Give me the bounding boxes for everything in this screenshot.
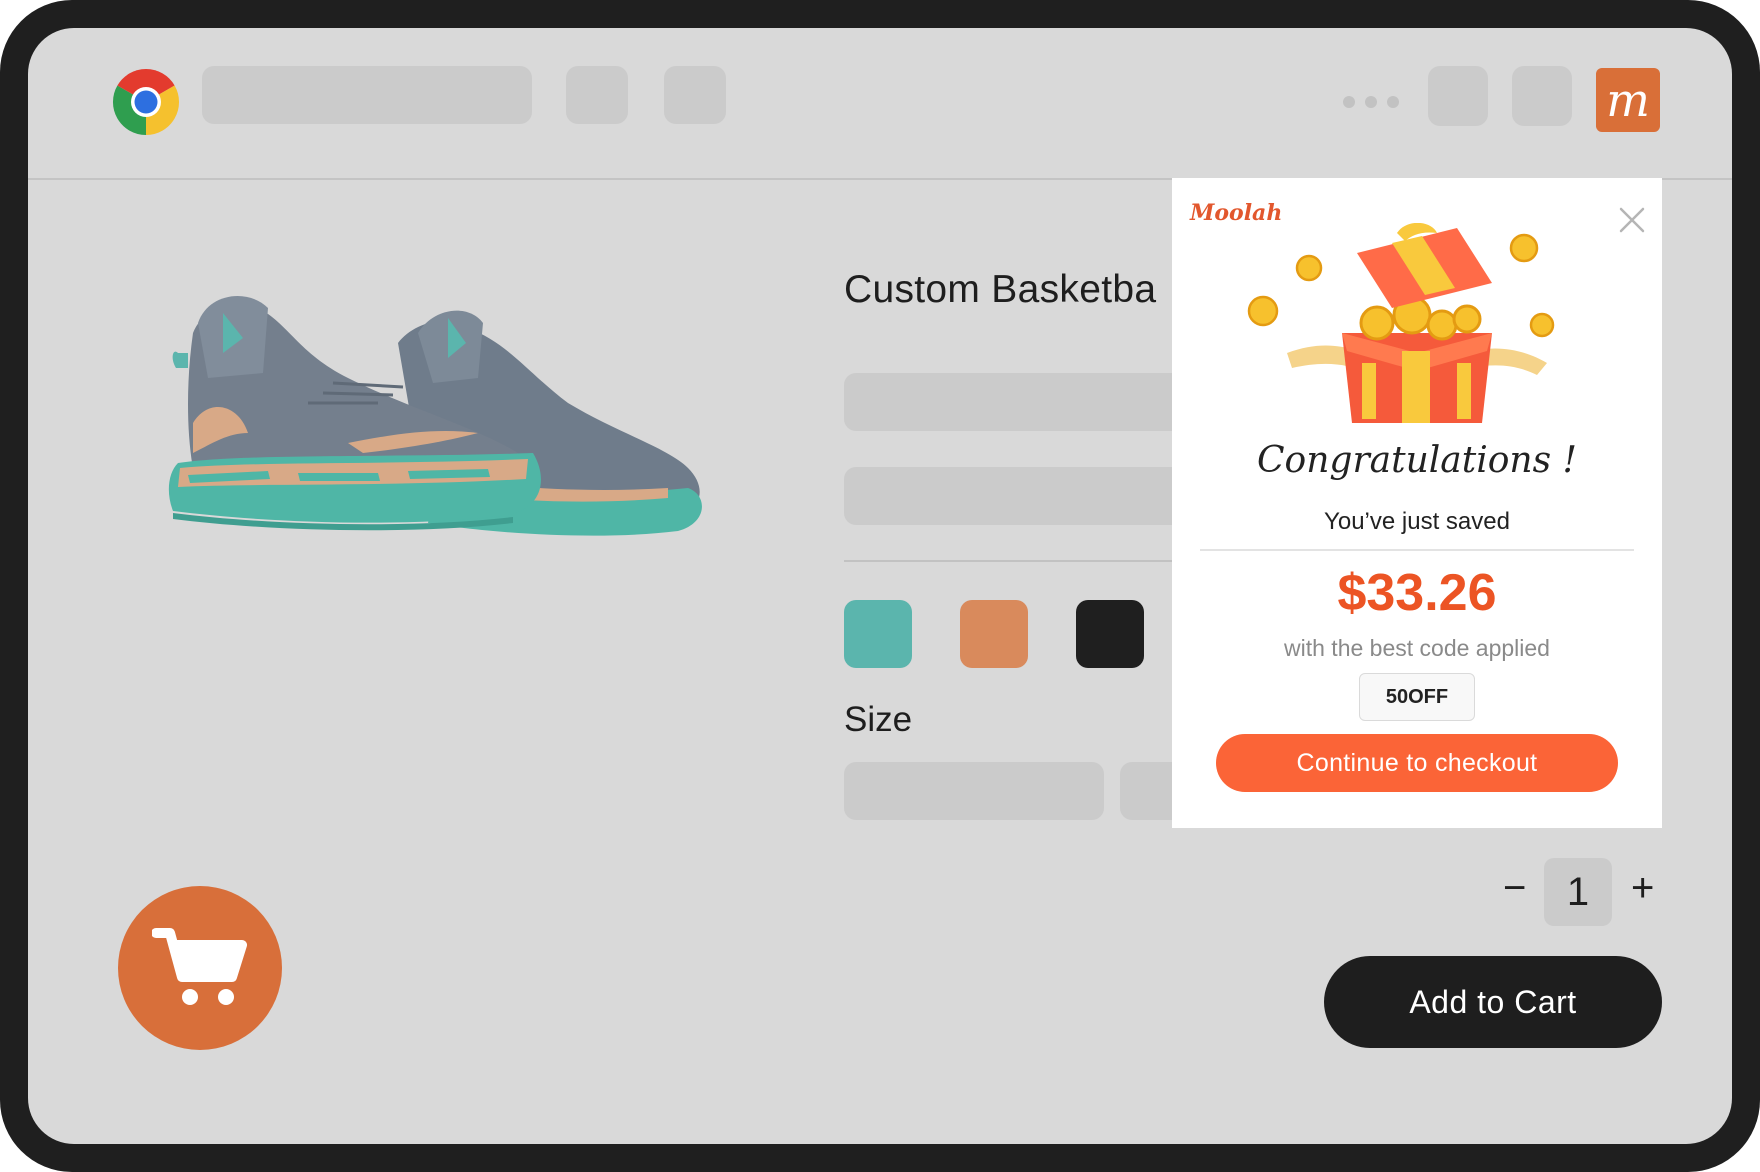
toolbar-button-1[interactable] <box>566 66 628 124</box>
cart-button[interactable] <box>118 886 282 1050</box>
close-icon[interactable] <box>1618 206 1646 234</box>
congratulations-title: Congratulations ! <box>1257 440 1577 481</box>
extension-slot-2[interactable] <box>1512 66 1572 126</box>
product-detail-placeholder-2 <box>844 467 1204 525</box>
quantity-decrement-button[interactable]: − <box>1503 868 1526 908</box>
best-code-note: with the best code applied <box>1284 635 1550 661</box>
coupon-code-badge[interactable]: 50OFF <box>1359 673 1475 721</box>
device-frame: m Custom Basketba Size − 1 + Add to Cart… <box>0 0 1760 1172</box>
product-divider <box>844 560 1204 562</box>
toolbar-button-2[interactable] <box>664 66 726 124</box>
address-bar[interactable] <box>202 66 532 124</box>
product-detail-placeholder-1 <box>844 373 1204 431</box>
moolah-extension-icon[interactable]: m <box>1596 68 1660 132</box>
continue-to-checkout-button[interactable]: Continue to checkout <box>1216 734 1618 792</box>
size-label: Size <box>844 700 913 739</box>
savings-popup: Moolah Congratulations ! You’ve just sav… <box>1172 178 1662 828</box>
product-title: Custom Basketba <box>844 268 1157 311</box>
color-swatch-teal[interactable] <box>844 600 912 668</box>
chrome-logo-icon <box>112 68 180 135</box>
browser-window: m Custom Basketba Size − 1 + Add to Cart… <box>28 28 1732 1144</box>
browser-toolbar: m <box>28 28 1732 180</box>
quantity-increment-button[interactable]: + <box>1631 868 1654 908</box>
quantity-value[interactable]: 1 <box>1544 858 1612 926</box>
sneaker-product-image <box>168 296 702 536</box>
size-option-1[interactable] <box>844 762 1104 820</box>
savings-amount: $33.26 <box>1337 564 1497 622</box>
shopping-cart-icon <box>152 928 247 1005</box>
color-swatch-black[interactable] <box>1076 600 1144 668</box>
extension-slot-1[interactable] <box>1428 66 1488 126</box>
popup-divider <box>1200 549 1634 551</box>
add-to-cart-button[interactable]: Add to Cart <box>1324 956 1662 1048</box>
color-swatch-orange[interactable] <box>960 600 1028 668</box>
gift-box-icon <box>1247 223 1555 423</box>
more-icon[interactable] <box>1343 96 1399 108</box>
saved-subtitle: You’ve just saved <box>1324 508 1510 535</box>
